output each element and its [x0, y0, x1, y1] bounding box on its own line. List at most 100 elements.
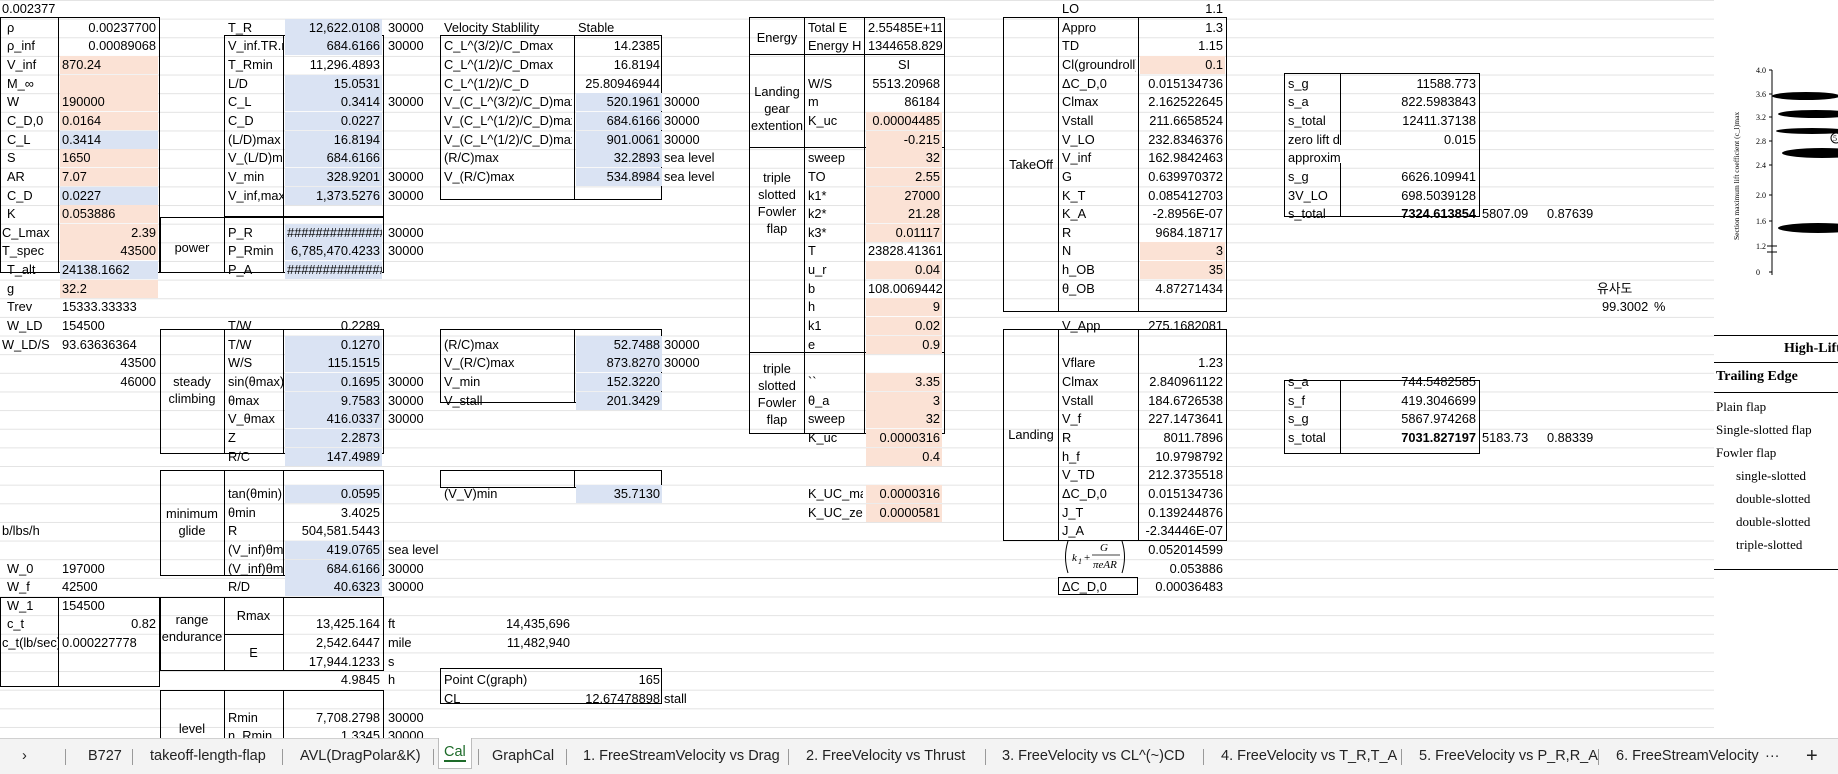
- cell[interactable]: -2.34446E-07: [1140, 522, 1225, 540]
- cell[interactable]: 870.24: [60, 55, 158, 74]
- cell[interactable]: 416.0337: [285, 410, 382, 429]
- cell[interactable]: s_g: [1286, 168, 1340, 186]
- cell[interactable]: 419.3046699: [1342, 392, 1478, 410]
- cell[interactable]: 7324.613854: [1342, 205, 1478, 223]
- cell[interactable]: 108.0069442: [866, 280, 942, 298]
- cell[interactable]: 3: [1140, 242, 1225, 261]
- cell[interactable]: 0.015134736: [1140, 75, 1225, 93]
- cell[interactable]: 3.4025: [285, 504, 382, 522]
- cell[interactable]: 0.00089068: [60, 37, 158, 55]
- cell[interactable]: 0.04: [866, 261, 942, 280]
- cell[interactable]: 25.80946944: [576, 75, 662, 93]
- cell[interactable]: 1.23: [1140, 354, 1225, 372]
- tab-freevelocity-vs-tr-ta[interactable]: 4. FreeVelocity vs T_R,T_A: [1221, 739, 1397, 774]
- cell[interactable]: k1*: [806, 187, 863, 205]
- cell[interactable]: Vstall: [1060, 112, 1136, 130]
- cell[interactable]: s_a: [1286, 373, 1340, 391]
- cell[interactable]: 12,622.0108: [285, 18, 382, 37]
- cell[interactable]: k3*: [806, 224, 863, 242]
- cell[interactable]: tan(θmin): [226, 485, 283, 503]
- cell[interactable]: Z: [226, 429, 283, 447]
- cell[interactable]: 2.2873: [285, 428, 382, 447]
- cell[interactable]: V_inf: [5, 56, 57, 74]
- cell[interactable]: 1,373.5276: [285, 186, 382, 205]
- cell[interactable]: V_stall: [442, 392, 572, 410]
- cell[interactable]: 40.6323: [285, 578, 382, 597]
- cell[interactable]: 154500: [60, 317, 158, 335]
- cell[interactable]: C_L: [5, 131, 57, 149]
- cell[interactable]: V_min: [442, 373, 572, 391]
- cell[interactable]: 419.0765: [285, 540, 382, 559]
- cell[interactable]: W_1: [5, 597, 57, 615]
- cell[interactable]: 30000: [386, 709, 438, 727]
- cell[interactable]: ρ: [5, 19, 57, 37]
- cell[interactable]: 504,581.5443: [285, 522, 382, 540]
- cell[interactable]: AR: [5, 168, 57, 186]
- cell[interactable]: 30000: [662, 336, 722, 354]
- cell[interactable]: -0.215: [866, 130, 942, 149]
- cell[interactable]: S: [5, 149, 57, 167]
- cell[interactable]: ``: [806, 373, 863, 391]
- cell[interactable]: h: [806, 298, 863, 316]
- cell[interactable]: LO: [1060, 0, 1136, 18]
- cell[interactable]: b: [806, 280, 863, 298]
- cell[interactable]: θ_a: [806, 392, 863, 410]
- cell[interactable]: 0.1: [1140, 55, 1225, 74]
- cell[interactable]: 30000: [662, 112, 722, 130]
- cell[interactable]: 1.3: [1140, 19, 1225, 37]
- cell[interactable]: C_L^(1/2)/C_D: [442, 75, 572, 93]
- cell[interactable]: 0.02: [866, 317, 942, 336]
- tab-takeoff-length-flap[interactable]: takeoff-length-flap: [150, 739, 266, 774]
- cell[interactable]: 30000: [386, 392, 438, 410]
- cell[interactable]: V_f: [1060, 410, 1136, 428]
- cell[interactable]: T_Rmin: [226, 56, 283, 74]
- cell[interactable]: R: [1060, 224, 1136, 242]
- cell[interactable]: 2.55485E+11: [866, 19, 942, 37]
- cell[interactable]: W_f: [5, 578, 57, 596]
- cell[interactable]: b/lbs/h: [0, 522, 58, 540]
- cell[interactable]: K_A: [1060, 205, 1136, 223]
- cell[interactable]: 43500: [60, 242, 158, 261]
- cell[interactable]: 23828.41361: [866, 242, 942, 260]
- cell[interactable]: 9684.18717: [1140, 224, 1225, 242]
- cell[interactable]: V_LO: [1060, 131, 1136, 149]
- cell[interactable]: 0.82: [60, 615, 158, 633]
- cell[interactable]: s_g: [1286, 410, 1340, 428]
- cell[interactable]: R/C: [226, 448, 283, 466]
- cell[interactable]: K_UC_max: [806, 485, 863, 503]
- cell[interactable]: 0.015134736: [1140, 485, 1225, 503]
- cell[interactable]: 184.6726538: [1140, 392, 1225, 410]
- cell[interactable]: 0.000227778: [60, 634, 158, 652]
- cell[interactable]: 0.88339: [1545, 429, 1605, 447]
- cell[interactable]: 11588.773: [1342, 75, 1478, 93]
- cell[interactable]: 698.5039128: [1342, 187, 1478, 205]
- cell[interactable]: sweep: [806, 410, 863, 428]
- cell[interactable]: k2*: [806, 205, 863, 223]
- cell[interactable]: sea level: [662, 168, 722, 186]
- cell[interactable]: 2.162522645: [1140, 93, 1225, 111]
- cell[interactable]: 30000: [386, 410, 438, 428]
- cell[interactable]: 6,785,470.4233: [285, 242, 382, 261]
- cell[interactable]: 5513.20968: [866, 75, 942, 93]
- cell[interactable]: T/W: [226, 317, 283, 335]
- cell[interactable]: V_App: [1060, 317, 1136, 335]
- cell[interactable]: 12.67478898: [576, 690, 662, 708]
- cell[interactable]: 0.052014599: [1140, 541, 1225, 559]
- cell[interactable]: 12411.37138: [1342, 112, 1478, 130]
- cell[interactable]: (R/C)max: [442, 149, 572, 167]
- cell[interactable]: 1344658.829: [866, 37, 942, 55]
- cell[interactable]: 9.7583: [285, 391, 382, 410]
- cell[interactable]: θmax: [226, 392, 283, 410]
- cell[interactable]: 0.639970372: [1140, 168, 1225, 186]
- cell[interactable]: n_Rmin: [226, 727, 283, 738]
- cell[interactable]: R: [226, 522, 283, 540]
- cell[interactable]: N: [1060, 242, 1136, 260]
- cell[interactable]: θ_OB: [1060, 280, 1136, 298]
- cell[interactable]: ##############: [285, 223, 382, 242]
- cell[interactable]: 5183.73: [1480, 429, 1540, 447]
- cell[interactable]: Clmax: [1060, 373, 1136, 391]
- cell[interactable]: T_R: [226, 19, 283, 37]
- cell[interactable]: SI: [866, 56, 942, 74]
- cell[interactable]: 30000: [662, 93, 722, 111]
- tab-freevelocity-vs-cl-cd[interactable]: 3. FreeVelocity vs CL^(~)CD: [1002, 739, 1185, 774]
